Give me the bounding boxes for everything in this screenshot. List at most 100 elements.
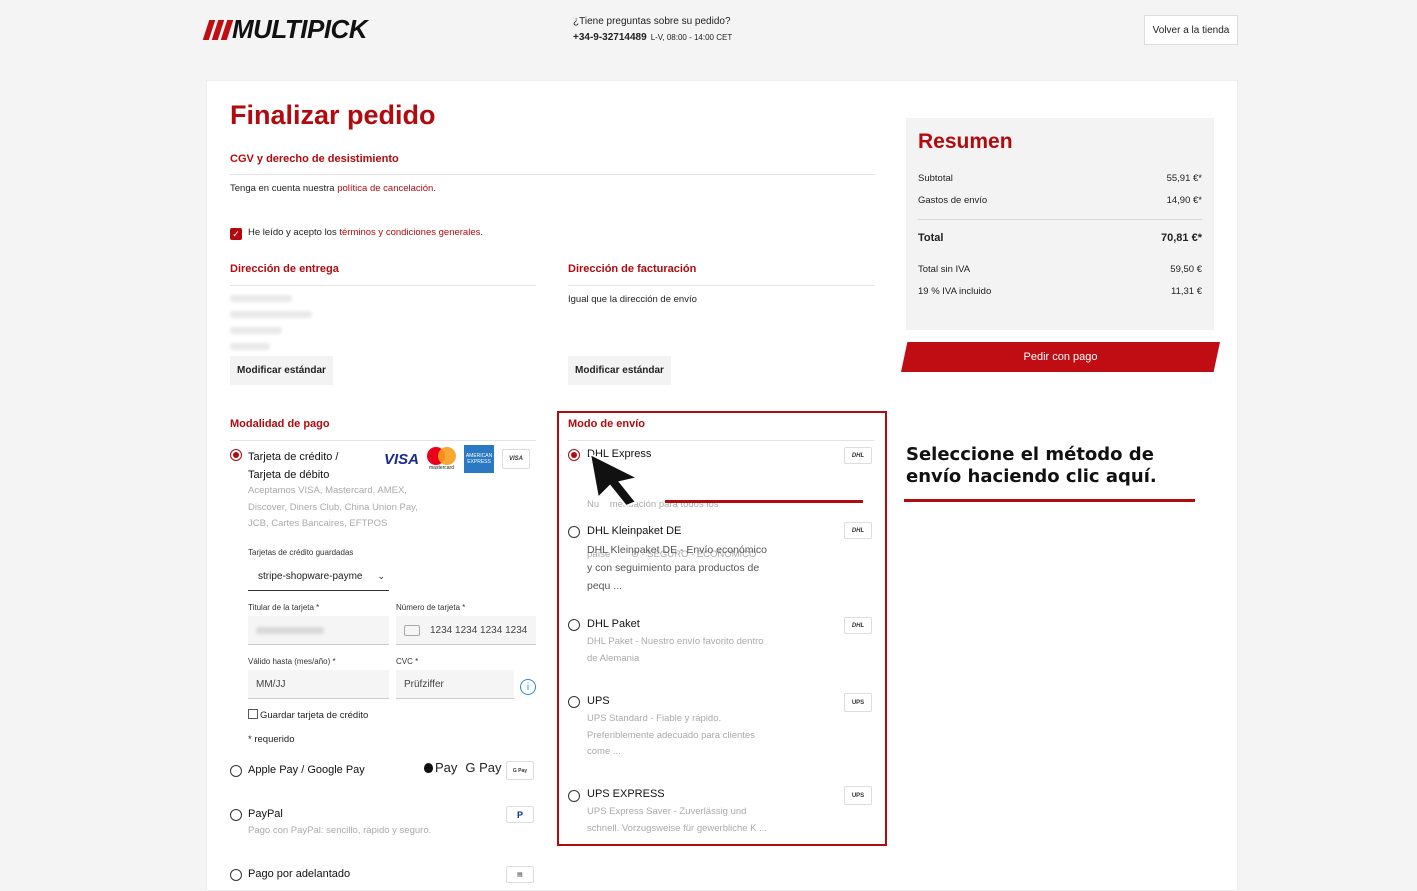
- billing-address-text: Igual que la dirección de envío: [568, 294, 697, 305]
- desc-line: DHL Kleinpaket DE - Envío económico: [587, 544, 767, 556]
- shipping-desc-dhl-kleinpaket: DHL Kleinpaket DE - Envío económico y co…: [587, 541, 767, 595]
- total-value: 70,81 €*: [1161, 232, 1202, 244]
- wallet-logos: Pay G Pay: [424, 760, 502, 775]
- holder-input[interactable]: [248, 616, 389, 645]
- modify-billing-button[interactable]: Modificar estándar: [568, 356, 671, 385]
- cvc-label: CVC *: [396, 657, 419, 666]
- address-line-blurred: [230, 295, 292, 302]
- shipping-radio-dhl-kleinpaket[interactable]: [568, 526, 580, 538]
- cancel-note-end: .: [433, 183, 436, 194]
- desc-line: UPS Standard - Fiable y rápido.: [587, 713, 722, 724]
- shipping-radio-ups[interactable]: [568, 696, 580, 708]
- payment-radio-prepay[interactable]: [230, 869, 242, 881]
- shipping-title: Modo de envío: [568, 418, 645, 430]
- accept-terms-checkbox[interactable]: ✓: [230, 228, 242, 240]
- cancel-policy-link[interactable]: política de cancelación: [337, 183, 433, 194]
- place-order-button[interactable]: Pedir con pago: [901, 342, 1220, 372]
- divider: [230, 174, 875, 175]
- card-desc-line: JCB, Cartes Bancaires, EFTPOS: [248, 518, 388, 529]
- net-label: Total sin IVA: [918, 264, 971, 275]
- logo-bars: [202, 20, 234, 40]
- terms-title: CGV y derecho de desistimiento: [230, 153, 399, 165]
- shipping-label-ups-express[interactable]: UPS EXPRESS: [587, 788, 665, 800]
- callout-line2: envío haciendo clic aquí.: [906, 466, 1157, 487]
- dhl-logo-icon: DHL: [844, 522, 872, 539]
- address-line-blurred: [230, 343, 270, 350]
- back-to-shop-button[interactable]: Volver a la tienda: [1144, 15, 1238, 45]
- apple-pay-logo: Pay: [424, 760, 457, 775]
- subtotal-value: 55,91 €*: [1166, 173, 1202, 184]
- payment-title: Modalidad de pago: [230, 418, 330, 430]
- divider: [230, 285, 536, 286]
- card-desc-line: Discover, Diners Club, China Union Pay,: [248, 501, 418, 513]
- summary-shipping-row: Gastos de envío 14,90 €*: [918, 195, 1202, 206]
- help-question: ¿Tiene preguntas sobre su pedido?: [573, 16, 731, 27]
- logo[interactable]: MULTIPICK: [232, 14, 368, 45]
- card-badge-icon: VISA: [502, 449, 531, 469]
- payment-radio-applepay[interactable]: [230, 765, 242, 777]
- highlight-underline: [665, 500, 863, 503]
- card-description: Aceptamos VISA, Mastercard, AMEX, Discov…: [248, 483, 418, 533]
- payment-card-label[interactable]: Tarjeta de crédito / Tarjeta de débito: [248, 448, 339, 484]
- google-pay-logo: G Pay: [465, 760, 502, 775]
- vat-label: 19 % IVA incluido: [918, 286, 992, 297]
- desc-line: come ...: [587, 746, 621, 757]
- saved-cards-label: Tarjetas de crédito guardadas: [248, 548, 354, 557]
- total-label: Total: [918, 232, 944, 244]
- desc-line: DHL Paket - Nuestro envío favorito dentr…: [587, 636, 764, 647]
- save-card-label: Guardar tarjeta de crédito: [260, 710, 369, 721]
- card-logos: VISA mastercard AMERICAN EXPRESS VISA: [384, 445, 531, 473]
- shipping-label-dhl-kleinpaket[interactable]: DHL Kleinpaket DE: [587, 525, 681, 537]
- shipping-radio-dhl-paket[interactable]: [568, 619, 580, 631]
- card-label-line2: Tarjeta de débito: [248, 469, 330, 481]
- subtotal-label: Subtotal: [918, 173, 953, 184]
- info-icon[interactable]: i: [520, 679, 536, 695]
- vat-value: 11,31 €: [1171, 286, 1202, 297]
- cancel-note-text: Tenga en cuenta nuestra: [230, 183, 338, 194]
- divider: [918, 219, 1202, 220]
- summary-subtotal-row: Subtotal 55,91 €*: [918, 173, 1202, 184]
- help-phone: +34-9-32714489 L-V, 08:00 - 14:00 CET: [573, 32, 732, 43]
- amex-logo: AMERICAN EXPRESS: [464, 445, 495, 473]
- shipping-radio-ups-express[interactable]: [568, 790, 580, 802]
- desc-line: Preferiblemente adecuado para clientes: [587, 729, 755, 741]
- saved-cards-select[interactable]: stripe-shopware-payme ⌄: [248, 562, 389, 591]
- card-number-input[interactable]: 1234 1234 1234 1234: [396, 616, 536, 645]
- paypal-label[interactable]: PayPal: [248, 808, 283, 820]
- payment-radio-card[interactable]: [230, 449, 242, 461]
- dhl-logo-icon: DHL: [844, 617, 872, 634]
- desc-line: UPS Express Saver - Zuverlässig und: [587, 806, 747, 817]
- holder-blurred: [256, 626, 324, 634]
- prepay-label[interactable]: Pago por adelantado: [248, 868, 350, 880]
- callout-line1: Seleccione el método de: [906, 444, 1154, 465]
- delivery-address-title: Dirección de entrega: [230, 263, 339, 275]
- card-label-line1: Tarjeta de crédito /: [248, 451, 339, 463]
- visa-logo: VISA: [384, 450, 420, 468]
- shipping-label-dhl-paket[interactable]: DHL Paket: [587, 618, 640, 630]
- summary-total-row: Total 70,81 €*: [918, 232, 1202, 244]
- mastercard-text: mastercard: [429, 465, 455, 471]
- callout-underline: [904, 499, 1195, 502]
- cvc-input[interactable]: Prüfziffer: [396, 670, 514, 699]
- applepay-label[interactable]: Apple Pay / Google Pay: [248, 764, 365, 776]
- mouse-pointer-icon: [588, 452, 641, 508]
- apple-icon: [424, 763, 433, 773]
- opening-hours: L-V, 08:00 - 14:00 CET: [650, 33, 733, 42]
- payment-radio-paypal[interactable]: [230, 809, 242, 821]
- save-card-checkbox[interactable]: [248, 709, 258, 719]
- instruction-callout: Seleccione el método de envío haciendo c…: [906, 444, 1157, 488]
- shipping-label-ups[interactable]: UPS: [587, 695, 610, 707]
- saved-card-value: stripe-shopware-payme: [258, 570, 363, 582]
- billing-address-title: Dirección de facturación: [568, 263, 697, 275]
- desc-line: de Alemania: [587, 652, 640, 664]
- terms-link[interactable]: términos y condiciones generales: [339, 227, 480, 238]
- shipping-radio-dhl-express[interactable]: [568, 449, 580, 461]
- cancel-note: Tenga en cuenta nuestra política de canc…: [230, 183, 436, 194]
- modify-delivery-button[interactable]: Modificar estándar: [230, 356, 333, 385]
- dhl-logo-icon: DHL: [844, 447, 872, 464]
- expiry-label: Válido hasta (mes/año) *: [248, 657, 336, 666]
- phone-number: +34-9-32714489: [573, 32, 647, 43]
- net-value: 59,50 €: [1170, 264, 1202, 275]
- expiry-input[interactable]: MM/JJ: [248, 670, 389, 699]
- apple-pay-text: Pay: [435, 760, 458, 775]
